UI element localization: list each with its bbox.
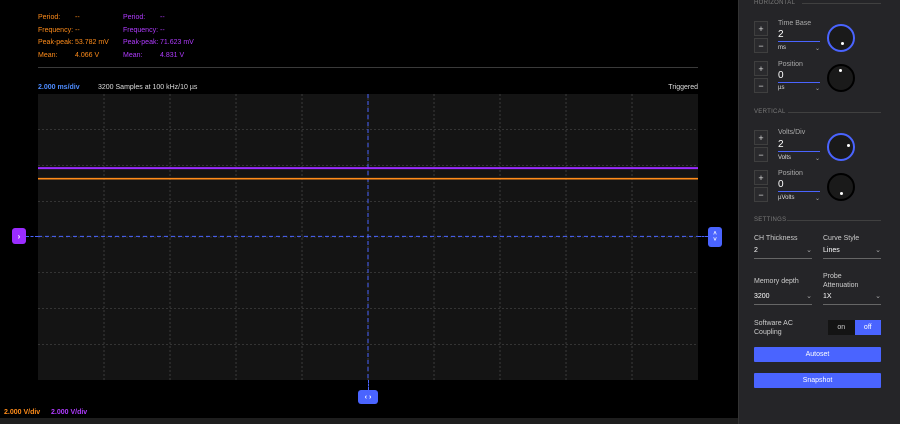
v-position-input[interactable]: 0 [778,179,820,192]
knob-indicator [839,69,842,72]
ch1-period-label: Period: [38,14,61,21]
ac-coupling-toggle[interactable]: on off [828,320,881,335]
ch2-period-label: Period: [123,14,146,21]
knob-indicator [847,144,850,147]
ch1-period-value: -- [75,14,80,21]
chevron-down-icon: ˅ [713,237,717,243]
time-base-unit-select[interactable]: ms ⌄ [778,45,820,55]
ch2-peak-peak-label: Peak-peak: [123,39,159,46]
volts-div-knob[interactable] [827,133,855,161]
chevron-down-icon: ⌄ [806,293,812,300]
trigger-level-line-extension [698,236,708,238]
ch1-peak-peak-label: Peak-peak: [38,39,74,46]
ch2-mean-label: Mean: [123,51,143,59]
memory-depth-select[interactable]: 3200 ⌄ [754,291,812,305]
section-horizontal-title: HORIZONTAL [754,0,796,6]
v-position-unit: µVolts [778,195,795,201]
plot-svg [38,94,698,380]
knob-indicator [841,42,844,45]
volts-div-label: Volts/Div [778,129,806,136]
sample-info: 3200 Samples at 100 kHz/10 µs [98,84,198,91]
ch2-volts-per-div: 2.000 V/div [51,409,88,416]
time-cursor-line-extension [368,380,369,390]
ch-thickness-label: CH Thickness [754,235,798,242]
volts-div-decrease-button[interactable]: − [754,147,768,162]
memory-depth-label: Memory depth [754,278,799,285]
section-vertical-title: VERTICAL [754,109,786,115]
v-position-increase-button[interactable]: + [754,170,768,185]
ch2-frequency-value: -- [160,26,165,34]
chevron-down-icon: ⌄ [814,196,820,202]
chevron-down-icon: ⌄ [806,247,812,254]
ch2-mean-value: 4.831 V [160,51,185,59]
probe-attenuation-label: Probe Attenuation [823,273,859,289]
h-position-increase-button[interactable]: + [754,61,768,76]
curve-style-label: Curve Style [823,235,860,242]
probe-attenuation-select[interactable]: 1X ⌄ [823,291,881,305]
ch-thickness-select[interactable]: 2 ⌄ [754,245,812,259]
chevron-down-icon: ⌄ [814,46,820,52]
v-position-knob[interactable] [827,173,855,201]
plot-area[interactable] [38,94,698,380]
time-base-label: Time Base [778,20,812,27]
trigger-level-line-extension [26,236,38,238]
snapshot-button[interactable]: Snapshot [754,373,881,388]
ac-coupling-off[interactable]: off [854,320,881,335]
ch1-measurements: Period: -- Frequency: -- Peak-peak: 53.782 … [38,12,109,62]
ch1-frequency-label: Frequency: [38,26,74,34]
trigger-level-marker[interactable]: ˄ ˅ [708,227,722,247]
time-base-decrease-button[interactable]: − [754,38,768,53]
ch1-mean-value: 4.066 V [75,51,100,59]
oscilloscope-view: Period: -- Frequency: -- Peak-peak: 53.782 … [0,0,738,424]
ch2-frequency-label: Frequency: [123,26,159,34]
ac-coupling-label: Software AC Coupling [754,320,793,336]
volts-div-unit: Volts [778,155,792,161]
time-base-increase-button[interactable]: + [754,21,768,36]
chevron-down-icon: ⌄ [875,293,881,300]
time-position-marker[interactable]: ‹ › [358,390,378,404]
ch2-offset-marker[interactable]: › [12,228,26,244]
time-base-knob[interactable] [827,24,855,52]
ch2-measurements: Period: -- Frequency: -- Peak-peak: 71.623 … [123,12,194,62]
v-position-label: Position [778,170,803,177]
v-position-unit-select[interactable]: µVolts ⌄ [778,195,820,205]
memory-depth-value: 3200 [754,293,770,300]
time-base-unit: ms [778,45,786,51]
h-position-label: Position [778,61,803,68]
knob-indicator [840,192,843,195]
curve-style-value: Lines [823,247,840,254]
time-base-input[interactable]: 2 [778,29,820,42]
volts-div-input[interactable]: 2 [778,139,820,152]
trigger-status: Triggered [668,84,698,91]
chevron-down-icon: ⌄ [814,156,820,162]
autoset-button[interactable]: Autoset [754,347,881,362]
section-settings-title: SETTINGS [754,217,787,223]
h-position-unit: µs [778,85,785,91]
ac-coupling-on[interactable]: on [828,320,855,335]
h-position-decrease-button[interactable]: − [754,78,768,93]
section-divider [802,3,881,4]
chevron-down-icon: ⌄ [814,86,820,92]
v-position-decrease-button[interactable]: − [754,187,768,202]
probe-attenuation-value: 1X [823,293,832,300]
chevron-down-icon: ⌄ [875,247,881,254]
ch1-peak-peak-value: 53.782 mV [75,39,109,46]
measurements-divider [38,67,698,68]
ch1-frequency-value: -- [75,26,80,34]
volts-div-increase-button[interactable]: + [754,130,768,145]
volts-div-unit-select[interactable]: Volts ⌄ [778,155,820,165]
bottom-bar [0,418,738,424]
ch1-volts-per-div: 2.000 V/div [4,409,41,416]
h-position-input[interactable]: 0 [778,70,820,83]
ch2-period-value: -- [160,14,165,21]
ch2-peak-peak-value: 71.623 mV [160,39,194,46]
h-position-unit-select[interactable]: µs ⌄ [778,85,820,95]
ch-thickness-value: 2 [754,247,758,254]
time-per-div: 2.000 ms/div [38,84,80,91]
h-position-knob[interactable] [827,64,855,92]
section-divider [788,112,881,113]
ch1-mean-label: Mean: [38,51,58,59]
curve-style-select[interactable]: Lines ⌄ [823,245,881,259]
section-divider [787,220,881,221]
